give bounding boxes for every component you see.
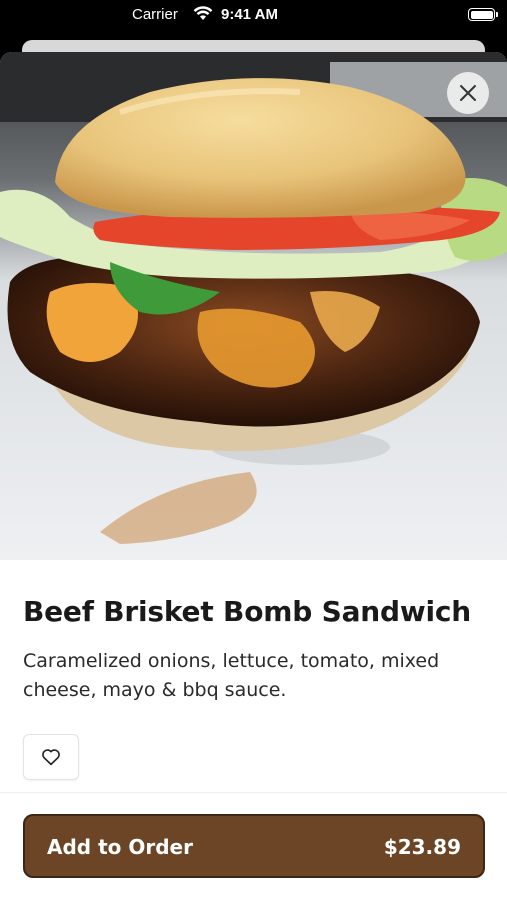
add-to-order-label: Add to Order xyxy=(47,835,193,859)
add-to-order-button[interactable]: Add to Order $23.89 xyxy=(23,814,485,878)
favorite-button[interactable] xyxy=(23,734,79,780)
close-button[interactable] xyxy=(447,72,489,114)
carrier-label: Carrier xyxy=(132,6,178,23)
divider xyxy=(0,792,507,793)
wifi-icon xyxy=(193,6,213,25)
status-bar: Carrier 9:41 AM xyxy=(0,0,507,32)
battery-icon xyxy=(468,8,498,21)
heart-icon xyxy=(42,749,60,766)
item-description: Caramelized onions, lettuce, tomato, mix… xyxy=(23,650,440,701)
burger-photo xyxy=(0,52,507,560)
status-time: 9:41 AM xyxy=(221,6,278,23)
item-title: Beef Brisket Bomb Sandwich xyxy=(23,595,472,628)
item-detail-sheet: Beef Brisket Bomb Sandwich Caramelized o… xyxy=(0,52,507,900)
close-icon xyxy=(460,85,476,101)
price-label: $23.89 xyxy=(383,835,461,859)
